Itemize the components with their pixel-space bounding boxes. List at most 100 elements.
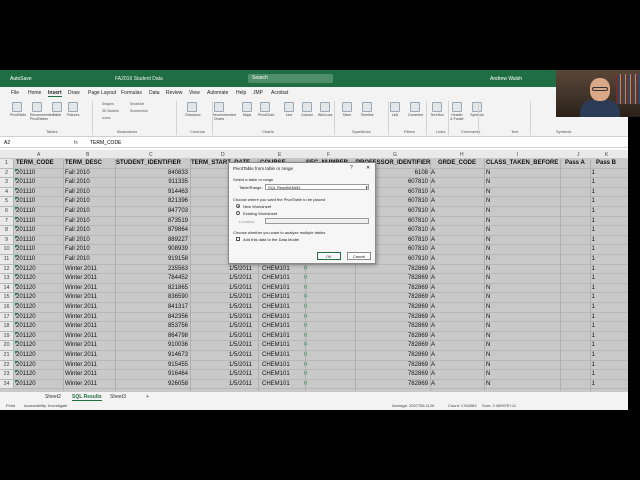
- cell-grade[interactable]: A: [431, 362, 435, 368]
- cell-term[interactable]: 201110: [16, 198, 35, 204]
- cell-term[interactable]: 201110: [16, 170, 35, 176]
- cell-prof[interactable]: 782869: [408, 275, 428, 281]
- cell-before[interactable]: N: [486, 198, 490, 204]
- cell-grade[interactable]: A: [431, 285, 435, 291]
- cell-date[interactable]: 1/5/2011: [229, 275, 252, 281]
- cell-before[interactable]: N: [486, 189, 490, 195]
- win-loss-button[interactable]: Win/Loss: [318, 102, 332, 117]
- checkbox-button[interactable]: Checkbox: [185, 102, 201, 117]
- cell-course[interactable]: CHEM101: [262, 323, 290, 329]
- header-cell[interactable]: Pass A: [565, 160, 585, 166]
- header-cell[interactable]: TERM_DESC: [65, 160, 102, 166]
- cell-pass[interactable]: 1: [592, 256, 595, 262]
- text-box-button[interactable]: Text Box: [430, 102, 444, 117]
- cell-before[interactable]: N: [486, 371, 490, 377]
- cell-prof[interactable]: 607810: [408, 237, 428, 243]
- cell-prof[interactable]: 6108: [415, 170, 428, 176]
- cell-before[interactable]: N: [486, 227, 490, 233]
- cell-prof[interactable]: 607810: [408, 246, 428, 252]
- header-cell[interactable]: STUDENT_IDENTIFIER: [116, 160, 181, 166]
- cell-before[interactable]: N: [486, 323, 490, 329]
- cell-term[interactable]: 201110: [16, 218, 35, 224]
- cell-course[interactable]: CHEM101: [262, 333, 290, 339]
- row-number[interactable]: 4: [0, 187, 14, 197]
- cell-prof[interactable]: 782869: [408, 342, 428, 348]
- cell-term[interactable]: 201120: [16, 333, 36, 339]
- cell-desc[interactable]: Fall 2010: [65, 237, 90, 243]
- cell-grade[interactable]: A: [431, 342, 435, 348]
- cell-desc[interactable]: Winter 2011: [65, 342, 97, 348]
- cell-sid[interactable]: 821396: [168, 198, 188, 204]
- row-number[interactable]: 22: [0, 360, 14, 370]
- pivottable-button[interactable]: PivotTable: [10, 102, 26, 117]
- cell-desc[interactable]: Fall 2010: [65, 170, 90, 176]
- cell-sid[interactable]: 784452: [168, 275, 188, 281]
- row-number[interactable]: 12: [0, 264, 14, 274]
- cell-date[interactable]: 1/5/2011: [229, 285, 252, 291]
- cell-term[interactable]: 201110: [16, 256, 35, 262]
- cell-term[interactable]: 201120: [16, 266, 36, 272]
- cell-pass[interactable]: 1: [592, 189, 595, 195]
- cell-course[interactable]: CHEM101: [262, 304, 290, 310]
- cell-pass[interactable]: 1: [592, 294, 595, 300]
- column-header-b[interactable]: B: [86, 152, 89, 158]
- cell-prof[interactable]: 607810: [408, 208, 428, 214]
- cell-course[interactable]: CHEM101: [262, 371, 290, 377]
- cell-sid[interactable]: 879864: [168, 227, 188, 233]
- cell-before[interactable]: N: [486, 304, 490, 310]
- cell-before[interactable]: N: [486, 218, 490, 224]
- cell-desc[interactable]: Winter 2011: [65, 266, 97, 272]
- icons-button[interactable]: Icons: [102, 116, 110, 120]
- cell-sid[interactable]: 840833: [168, 170, 188, 176]
- cell-course[interactable]: CHEM101: [262, 352, 290, 358]
- cell-date[interactable]: 1/5/2011: [229, 371, 252, 377]
- cell-term[interactable]: 201120: [16, 304, 36, 310]
- cell-before[interactable]: N: [486, 266, 490, 272]
- cell-prof[interactable]: 607810: [408, 227, 428, 233]
- cell-desc[interactable]: Winter 2011: [65, 285, 97, 291]
- cell-desc[interactable]: Winter 2011: [65, 362, 97, 368]
- header-cell[interactable]: TERM_CODE: [16, 160, 54, 166]
- column-button[interactable]: Column: [300, 102, 314, 117]
- cell-pass[interactable]: 1: [592, 170, 595, 176]
- cell-term[interactable]: 201120: [16, 381, 36, 387]
- line-button[interactable]: Line: [282, 102, 296, 117]
- cell-term[interactable]: 201120: [16, 294, 36, 300]
- row-number[interactable]: 20: [0, 341, 14, 350]
- row-number[interactable]: 24: [0, 379, 14, 389]
- cell-prof[interactable]: 782869: [408, 294, 428, 300]
- tab-formulas[interactable]: Formulas: [121, 90, 142, 96]
- cell-term[interactable]: 201120: [16, 362, 36, 368]
- cell-desc[interactable]: Winter 2011: [65, 323, 97, 329]
- cell-grade[interactable]: A: [431, 237, 435, 243]
- cell-term[interactable]: 201120: [16, 314, 36, 320]
- cell-sid[interactable]: 847703: [168, 208, 188, 214]
- column-header-c[interactable]: C: [149, 152, 153, 158]
- cell-date[interactable]: 1/5/2011: [229, 333, 252, 339]
- 3d-models-button[interactable]: 3D Models: [102, 109, 119, 113]
- cell-before[interactable]: N: [486, 342, 490, 348]
- cell-before[interactable]: N: [486, 179, 490, 185]
- cell-date[interactable]: 1/5/2011: [229, 362, 252, 368]
- close-icon[interactable]: ✕: [366, 165, 370, 171]
- cell-desc[interactable]: Winter 2011: [65, 352, 97, 358]
- cell-desc[interactable]: Winter 2011: [65, 371, 97, 377]
- row-number[interactable]: 1: [0, 159, 14, 168]
- cancel-button[interactable]: Cancel: [347, 252, 371, 260]
- row-number[interactable]: 10: [0, 245, 14, 254]
- row-number[interactable]: 23: [0, 370, 14, 379]
- cell-before[interactable]: N: [486, 285, 490, 291]
- pivotchart-button[interactable]: PivotChart: [258, 102, 274, 117]
- screenshot-button[interactable]: Screenshot: [130, 109, 148, 113]
- cell-sid[interactable]: 908939: [168, 246, 188, 252]
- row-number[interactable]: 3: [0, 178, 14, 187]
- cell-sid[interactable]: 915455: [168, 362, 188, 368]
- cell-desc[interactable]: Winter 2011: [65, 333, 97, 339]
- cell-term[interactable]: 201110: [16, 246, 35, 252]
- cell-course[interactable]: CHEM101: [262, 381, 290, 387]
- cell-course[interactable]: CHEM101: [262, 362, 290, 368]
- accessibility-status[interactable]: Accessibility: Investigate: [24, 403, 67, 408]
- shapes-button[interactable]: Shapes: [102, 102, 114, 106]
- cell-term[interactable]: 201110: [16, 189, 35, 195]
- cell-pass[interactable]: 1: [592, 352, 595, 358]
